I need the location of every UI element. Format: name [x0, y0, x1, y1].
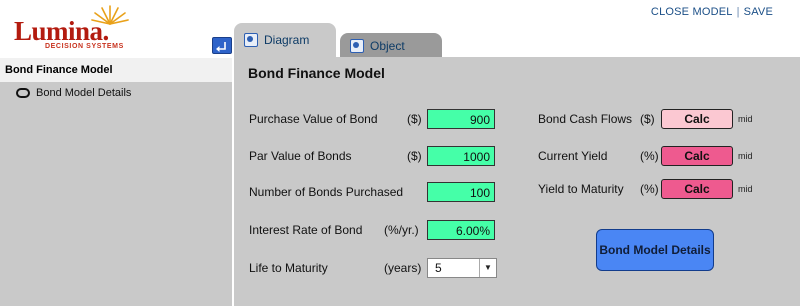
save-link[interactable]: SAVE: [744, 6, 773, 18]
link-separator: |: [736, 6, 740, 18]
tab-diagram[interactable]: Diagram: [234, 23, 336, 57]
yield-to-maturity-label: Yield to Maturity: [538, 182, 624, 196]
life-to-maturity-label: Life to Maturity: [249, 261, 328, 275]
current-yield-unit: (%): [640, 149, 659, 163]
life-to-maturity-unit: (years): [384, 261, 422, 275]
bond-cash-flows-mid-label: mid: [738, 114, 753, 124]
current-yield-label: Current Yield: [538, 149, 608, 163]
number-of-bonds-label: Number of Bonds Purchased: [249, 185, 404, 199]
tab-object-label: Object: [370, 38, 405, 53]
purchase-value-field[interactable]: 900: [427, 109, 495, 129]
current-yield-calc-button[interactable]: Calc: [661, 146, 733, 166]
lumina-logo: Lumina. DECISION SYSTEMS: [14, 5, 134, 50]
sidebar-model-title[interactable]: Bond Finance Model: [0, 58, 232, 82]
life-to-maturity-select[interactable]: 5 ▼: [427, 258, 497, 278]
par-value-field[interactable]: 1000: [427, 146, 495, 166]
up-level-icon[interactable]: [212, 37, 232, 54]
sidebar: Bond Finance Model Bond Model Details: [0, 58, 232, 306]
life-to-maturity-value: 5: [435, 261, 442, 275]
top-links: CLOSE MODEL | SAVE: [651, 6, 773, 18]
number-of-bonds-field[interactable]: 100: [427, 182, 495, 202]
yield-to-maturity-calc-button[interactable]: Calc: [661, 179, 733, 199]
brand-tagline: DECISION SYSTEMS: [45, 43, 124, 50]
chevron-down-icon[interactable]: ▼: [479, 259, 496, 277]
bond-model-details-button[interactable]: Bond Model Details: [596, 229, 714, 271]
bond-cash-flows-calc-button[interactable]: Calc: [661, 109, 733, 129]
interest-rate-unit: (%/yr.): [384, 223, 419, 237]
object-icon: [350, 38, 364, 53]
page-title: Bond Finance Model: [248, 65, 385, 81]
interest-rate-field[interactable]: 6.00%: [427, 220, 495, 240]
diagram-icon: [244, 33, 258, 47]
interest-rate-label: Interest Rate of Bond: [249, 223, 363, 237]
diagram-panel: Bond Finance Model Purchase Value of Bon…: [234, 57, 800, 306]
purchase-value-unit: ($): [407, 112, 422, 126]
purchase-value-label: Purchase Value of Bond: [249, 112, 378, 126]
sidebar-item-bond-model-details[interactable]: Bond Model Details: [16, 87, 131, 99]
current-yield-mid-label: mid: [738, 151, 753, 161]
module-oval-icon: [16, 88, 30, 98]
tab-object[interactable]: Object: [340, 33, 442, 58]
sidebar-item-label: Bond Model Details: [36, 87, 132, 99]
yield-to-maturity-mid-label: mid: [738, 184, 753, 194]
arrow-up-left-icon: [216, 42, 226, 52]
yield-to-maturity-unit: (%): [640, 182, 659, 196]
bond-cash-flows-label: Bond Cash Flows: [538, 112, 633, 126]
par-value-unit: ($): [407, 149, 422, 163]
bond-cash-flows-unit: ($): [640, 112, 655, 126]
close-model-link[interactable]: CLOSE MODEL: [651, 6, 733, 18]
tab-diagram-label: Diagram: [264, 33, 310, 47]
par-value-label: Par Value of Bonds: [249, 149, 352, 163]
